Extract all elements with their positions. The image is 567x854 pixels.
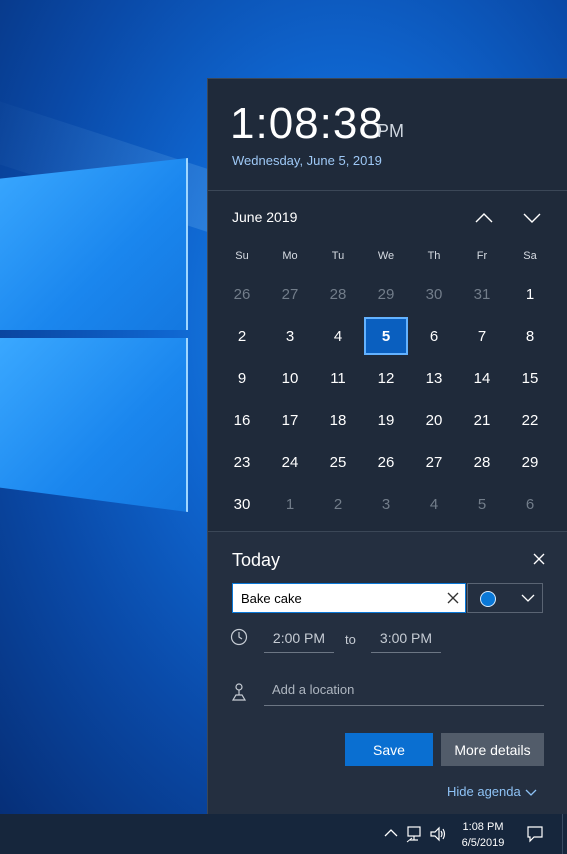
calendar-day[interactable]: 30 xyxy=(412,275,456,313)
calendar-day[interactable]: 1 xyxy=(268,485,312,523)
weekday-header: Su xyxy=(235,250,249,262)
chevron-down-icon xyxy=(523,213,541,223)
taskbar-date: 6/5/2019 xyxy=(461,837,505,849)
windows-logo-pane xyxy=(0,158,188,330)
clock-ampm: PM xyxy=(377,121,404,141)
calendar-day[interactable]: 28 xyxy=(460,443,504,481)
close-event-button[interactable] xyxy=(528,548,550,570)
calendar-day[interactable]: 5 xyxy=(460,485,504,523)
weekday-header: Th xyxy=(427,250,441,262)
calendar-day[interactable]: 9 xyxy=(220,359,264,397)
calendar-day[interactable]: 2 xyxy=(316,485,360,523)
volume-icon[interactable] xyxy=(429,825,447,843)
close-icon xyxy=(447,592,459,604)
calendar-day[interactable]: 29 xyxy=(364,275,408,313)
calendar-day[interactable]: 4 xyxy=(316,317,360,355)
calendar-day[interactable]: 16 xyxy=(220,401,264,439)
calendar-day[interactable]: 26 xyxy=(364,443,408,481)
location-pin-icon xyxy=(231,683,247,701)
chevron-up-icon xyxy=(475,213,493,223)
calendar-day[interactable]: 30 xyxy=(220,485,264,523)
calendar-day[interactable]: 1 xyxy=(508,275,552,313)
calendar-day[interactable]: 4 xyxy=(412,485,456,523)
save-button[interactable]: Save xyxy=(345,733,433,766)
location-input[interactable]: Add a location xyxy=(264,680,544,706)
chevron-up-icon[interactable] xyxy=(384,828,398,838)
taskbar-clock[interactable]: 1:08 PM 6/5/2019 xyxy=(458,819,508,851)
calendar-day[interactable]: 24 xyxy=(268,443,312,481)
weekday-header: Mo xyxy=(282,250,298,262)
divider xyxy=(208,190,567,191)
calendar-day[interactable]: 10 xyxy=(268,359,312,397)
calendar-day[interactable]: 6 xyxy=(508,485,552,523)
hide-agenda-label: Hide agenda xyxy=(447,784,521,799)
calendar-day[interactable]: 18 xyxy=(316,401,360,439)
calendar-day[interactable]: 5 xyxy=(364,317,408,355)
calendar-day[interactable]: 27 xyxy=(412,443,456,481)
weekday-header: Tu xyxy=(331,250,345,262)
next-month-button[interactable] xyxy=(518,205,546,231)
calendar-day[interactable]: 12 xyxy=(364,359,408,397)
calendar-day[interactable]: 27 xyxy=(268,275,312,313)
calendar-day[interactable]: 13 xyxy=(412,359,456,397)
calendar-day[interactable]: 23 xyxy=(220,443,264,481)
weekday-header: Sa xyxy=(523,250,537,262)
clock-icon xyxy=(230,628,248,646)
calendar-day[interactable]: 8 xyxy=(508,317,552,355)
agenda-panel: Today Bake cake 2:00 PM to 3:00 PM Add a… xyxy=(208,532,567,815)
calendar-day[interactable]: 20 xyxy=(412,401,456,439)
calendar-day[interactable]: 31 xyxy=(460,275,504,313)
clear-input-button[interactable] xyxy=(444,589,462,607)
calendar-day[interactable]: 2 xyxy=(220,317,264,355)
calendar-day[interactable]: 11 xyxy=(316,359,360,397)
calendar-day[interactable]: 26 xyxy=(220,275,264,313)
hide-agenda-link[interactable]: Hide agenda xyxy=(447,784,537,799)
agenda-title: Today xyxy=(232,550,281,570)
weekday-header: We xyxy=(377,250,395,262)
taskbar: 1:08 PM 6/5/2019 xyxy=(0,814,567,854)
calendar-day[interactable]: 29 xyxy=(508,443,552,481)
more-details-button[interactable]: More details xyxy=(441,733,544,766)
action-center-icon[interactable] xyxy=(526,825,544,843)
calendar-day[interactable]: 7 xyxy=(460,317,504,355)
weekday-header: Fr xyxy=(476,250,488,262)
start-time-picker[interactable]: 2:00 PM xyxy=(264,628,334,653)
calendar-day[interactable]: 21 xyxy=(460,401,504,439)
calendar-day[interactable]: 14 xyxy=(460,359,504,397)
calendar-day[interactable]: 6 xyxy=(412,317,456,355)
network-icon[interactable] xyxy=(405,825,423,843)
clock-time: 1:08:38 xyxy=(230,99,384,148)
calendar-day[interactable]: 28 xyxy=(316,275,360,313)
to-label: to xyxy=(345,632,356,647)
windows-logo-pane xyxy=(0,338,188,512)
calendar-day[interactable]: 25 xyxy=(316,443,360,481)
calendar-day[interactable]: 3 xyxy=(364,485,408,523)
clock-date-link[interactable]: Wednesday, June 5, 2019 xyxy=(232,153,382,168)
calendar-day[interactable]: 19 xyxy=(364,401,408,439)
event-color-dropdown[interactable] xyxy=(467,583,543,613)
calendar-month-label[interactable]: June 2019 xyxy=(232,209,297,225)
calendar-day[interactable]: 17 xyxy=(268,401,312,439)
calendar-day[interactable]: 3 xyxy=(268,317,312,355)
previous-month-button[interactable] xyxy=(470,205,498,231)
color-swatch xyxy=(480,591,496,607)
chevron-down-icon xyxy=(521,594,535,602)
calendar-day[interactable]: 22 xyxy=(508,401,552,439)
chevron-down-icon xyxy=(525,789,537,796)
show-desktop-button[interactable] xyxy=(562,814,567,854)
calendar-day[interactable]: 15 xyxy=(508,359,552,397)
end-time-picker[interactable]: 3:00 PM xyxy=(371,628,441,653)
close-icon xyxy=(533,553,545,565)
clock-calendar-flyout: 1:08:38 PM Wednesday, June 5, 2019 June … xyxy=(207,78,567,815)
taskbar-time: 1:08 PM xyxy=(462,821,504,833)
event-name-input[interactable]: Bake cake xyxy=(232,583,466,613)
